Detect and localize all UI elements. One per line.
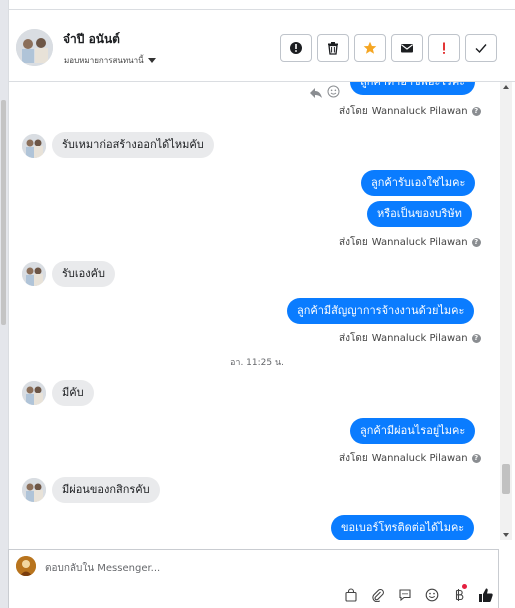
conversation-header: จ๋าปี อนันต์ มอบหมายการสนทนานี้ [9, 9, 515, 82]
payment-button[interactable] [450, 584, 467, 603]
sent-by-agent: Wannaluck Pilawan [371, 237, 468, 248]
contact-avatar-small [22, 262, 46, 286]
info-icon[interactable]: ? [471, 334, 481, 343]
contact-avatar-small [22, 381, 46, 405]
left-scroll-region [0, 0, 8, 608]
contact-name[interactable]: จ๋าปี อนันต์ [63, 30, 120, 49]
exclamation-icon [443, 42, 445, 54]
mark-unread-button[interactable] [391, 34, 423, 62]
thumbs-up-icon [478, 588, 493, 602]
sent-by-prefix: ส่งโดย [339, 237, 368, 248]
header-actions [280, 34, 497, 62]
shopping-bag-icon [344, 587, 357, 602]
mark-spam-button[interactable] [280, 34, 312, 62]
message-incoming[interactable]: รับเองคับ [52, 261, 115, 287]
sent-by-prefix: ส่งโดย [339, 333, 368, 344]
scroll-down-arrow-icon[interactable] [503, 533, 509, 537]
message-incoming[interactable]: มีคับ [52, 380, 94, 406]
sent-by-prefix: ส่งโดย [339, 106, 368, 117]
chevron-down-icon [147, 58, 156, 63]
sent-by-label: ส่งโดย Wannaluck Pilawan ? [339, 104, 481, 119]
like-button[interactable] [477, 586, 494, 603]
info-icon[interactable]: ? [471, 107, 481, 116]
envelope-icon [401, 44, 413, 53]
reply-composer[interactable]: ตอบกลับใน Messenger... [8, 549, 499, 608]
info-icon[interactable]: ? [471, 238, 481, 247]
contact-avatar-small [22, 134, 46, 158]
message-outgoing[interactable]: ลูกค้ามีผ่อนไรอยู่ไมคะ [350, 418, 476, 444]
assign-label: มอบหมายการสนทนานี้ [64, 56, 144, 65]
delete-button[interactable] [317, 34, 349, 62]
sent-by-agent: Wannaluck Pilawan [371, 333, 468, 344]
info-icon[interactable]: ? [471, 454, 481, 463]
timestamp-divider: อา. 11:25 น. [230, 358, 284, 368]
sent-by-label: ส่งโดย Wannaluck Pilawan ? [339, 451, 481, 466]
message-thread: ลูกค้าทำอาชีพอะไรคะ ส่งโดย Wannaluck Pil… [9, 82, 505, 540]
saved-reply-button[interactable] [396, 586, 413, 603]
message-outgoing[interactable]: ขอเบอร์โทรติดต่อได้ไมคะ [331, 515, 475, 540]
chat-scrollbar-thumb[interactable] [502, 464, 510, 494]
left-scrollbar-thumb[interactable] [1, 100, 6, 325]
reaction-icon[interactable] [327, 83, 340, 102]
follow-up-button[interactable] [428, 34, 460, 62]
message-outgoing[interactable]: หรือเป็นของบริษัท [367, 201, 472, 227]
emoji-button[interactable] [423, 586, 440, 603]
emoji-icon [425, 588, 438, 601]
conversation-panel: จ๋าปี อนันต์ มอบหมายการสนทนานี้ ส่งโดย W… [8, 0, 515, 608]
scroll-up-arrow-icon[interactable] [503, 85, 509, 89]
sent-by-label: ส่งโดย Wannaluck Pilawan ? [339, 235, 481, 250]
chat-bubble-icon [398, 588, 411, 601]
page-avatar [16, 556, 36, 576]
message-outgoing[interactable]: ลูกค้ามีสัญญาการจ้างงานด้วยไมคะ [287, 298, 475, 324]
message-outgoing[interactable]: ลูกค้ารับเองใช่ไมคะ [361, 170, 476, 196]
reply-input[interactable]: ตอบกลับใน Messenger... [45, 561, 160, 576]
message-incoming[interactable]: รับเหมาก่อสร้างออกได้ไหมคับ [52, 132, 214, 158]
mark-done-button[interactable] [465, 34, 497, 62]
star-button[interactable] [354, 34, 386, 62]
sent-by-agent: Wannaluck Pilawan [371, 106, 468, 117]
notification-dot [462, 584, 467, 589]
attach-button[interactable] [369, 586, 386, 603]
contact-avatar-small [22, 478, 46, 502]
sent-by-label: ส่งโดย Wannaluck Pilawan ? [339, 331, 481, 346]
alert-circle-icon [290, 42, 302, 54]
shopping-bag-button[interactable] [342, 586, 359, 603]
paperclip-icon [371, 588, 384, 602]
assign-conversation-dropdown[interactable]: มอบหมายการสนทนานี้ [64, 54, 156, 67]
checkmark-icon [475, 44, 487, 54]
baht-icon [455, 588, 463, 601]
contact-avatar[interactable] [16, 29, 53, 66]
sent-by-prefix: ส่งโดย [339, 453, 368, 464]
reply-icon[interactable] [309, 84, 323, 103]
composer-toolbar [342, 584, 494, 603]
trash-icon [328, 42, 338, 55]
star-icon [363, 41, 377, 54]
sent-by-agent: Wannaluck Pilawan [371, 453, 468, 464]
message-outgoing[interactable]: ลูกค้าทำอาชีพอะไรคะ [350, 82, 476, 95]
chat-scrollbar[interactable] [500, 82, 512, 540]
message-incoming[interactable]: มีผ่อนของกสิกรคับ [52, 477, 160, 503]
